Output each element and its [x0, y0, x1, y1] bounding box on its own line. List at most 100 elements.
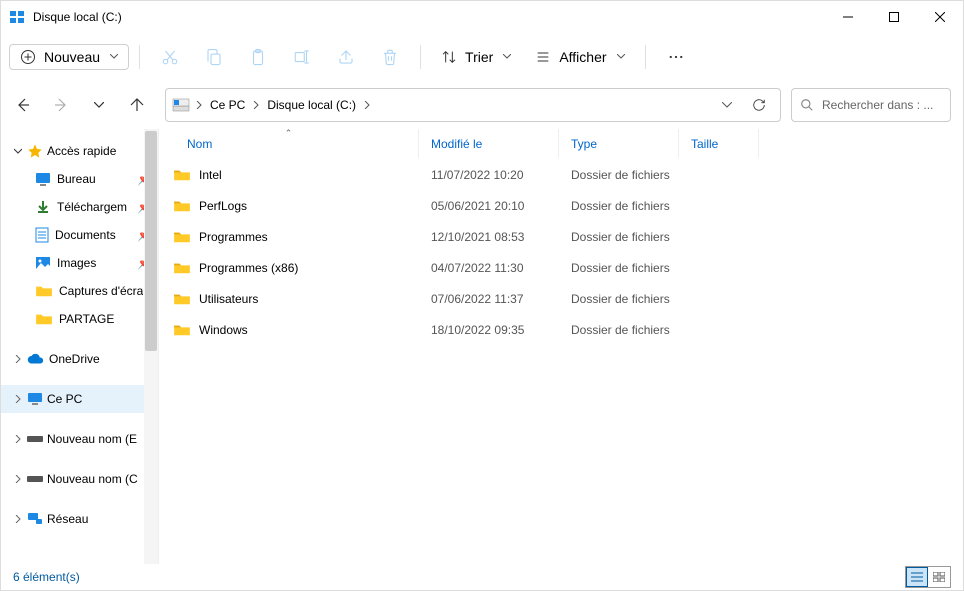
new-label: Nouveau	[44, 49, 100, 65]
close-button[interactable]	[917, 1, 963, 33]
file-list: Nom ⌃ Modifié le Type Taille Intel11/07/…	[159, 129, 963, 564]
copy-button[interactable]	[194, 39, 234, 75]
file-name: Programmes (x86)	[199, 261, 298, 275]
details-view-button[interactable]	[906, 567, 928, 587]
drive-icon	[27, 434, 43, 444]
new-button[interactable]: Nouveau	[9, 44, 129, 70]
chevron-right-icon	[13, 475, 23, 483]
sidebar-item-partage[interactable]: PARTAGE	[1, 305, 158, 333]
file-type: Dossier de fichiers	[559, 199, 679, 213]
rename-button[interactable]	[282, 39, 322, 75]
file-name: Windows	[199, 323, 248, 337]
cut-button[interactable]	[150, 39, 190, 75]
sidebar-item-images[interactable]: Images 📌	[1, 249, 158, 277]
file-type: Dossier de fichiers	[559, 292, 679, 306]
file-modified: 04/07/2022 11:30	[419, 261, 559, 275]
toolbar: Nouveau Trier Afficher	[1, 33, 963, 81]
chevron-right-icon	[13, 515, 23, 523]
col-header-name[interactable]: Nom ⌃	[159, 129, 419, 158]
title-bar: Disque local (C:)	[1, 1, 963, 33]
file-modified: 05/06/2021 20:10	[419, 199, 559, 213]
drive-icon	[27, 474, 43, 484]
addr-dropdown[interactable]	[714, 96, 740, 114]
table-row[interactable]: Programmes 12/10/2021 08:53Dossier de fic…	[159, 221, 963, 252]
sidebar-reseau[interactable]: Réseau	[1, 505, 158, 533]
app-icon	[9, 9, 25, 25]
up-button[interactable]	[127, 95, 147, 115]
table-row[interactable]: PerfLogs 05/06/2021 20:10Dossier de fichi…	[159, 190, 963, 221]
star-icon	[27, 143, 43, 159]
chevron-down-icon	[13, 147, 23, 155]
more-button[interactable]	[656, 39, 696, 75]
search-icon	[800, 98, 814, 112]
document-icon	[35, 227, 49, 243]
sidebar-drive-c2[interactable]: Nouveau nom (C	[1, 465, 158, 493]
maximize-button[interactable]	[871, 1, 917, 33]
file-type: Dossier de fichiers	[559, 230, 679, 244]
quick-label: Accès rapide	[47, 144, 158, 158]
file-type: Dossier de fichiers	[559, 323, 679, 337]
chevron-right-icon	[13, 395, 23, 403]
sidebar-item-bureau[interactable]: Bureau 📌	[1, 165, 158, 193]
share-button[interactable]	[326, 39, 366, 75]
sidebar-drive-e[interactable]: Nouveau nom (E	[1, 425, 158, 453]
crumb-sep[interactable]	[194, 97, 204, 113]
chevron-down-icon	[503, 54, 511, 59]
table-row[interactable]: Intel11/07/2022 10:20Dossier de fichiers	[159, 159, 963, 190]
sidebar-item-captures[interactable]: Captures d'écra	[1, 277, 158, 305]
file-name: PerfLogs	[199, 199, 247, 213]
sidebar-onedrive[interactable]: OneDrive	[1, 345, 158, 373]
sort-asc-icon: ⌃	[285, 128, 293, 139]
file-name: Programmes	[199, 230, 268, 244]
table-row[interactable]: Windows18/10/2022 09:35Dossier de fichie…	[159, 314, 963, 345]
sort-label: Trier	[465, 49, 493, 65]
paste-button[interactable]	[238, 39, 278, 75]
sidebar-scrollbar[interactable]	[144, 129, 158, 564]
download-icon	[35, 199, 51, 215]
cloud-icon	[27, 353, 45, 365]
address-bar[interactable]: Ce PC Disque local (C:)	[165, 88, 781, 122]
table-row[interactable]: Utilisateurs 07/06/2022 11:37Dossier de f…	[159, 283, 963, 314]
file-type: Dossier de fichiers	[559, 168, 679, 182]
view-button[interactable]: Afficher	[525, 39, 634, 75]
separator	[645, 45, 646, 69]
folder-icon	[35, 284, 53, 298]
crumb-sep[interactable]	[251, 97, 261, 113]
col-header-type[interactable]: Type	[559, 129, 679, 158]
separator	[420, 45, 421, 69]
folder-icon	[173, 199, 191, 213]
sidebar-item-documents[interactable]: Documents 📌	[1, 221, 158, 249]
chevron-down-icon	[110, 54, 118, 59]
sort-button[interactable]: Trier	[431, 39, 521, 75]
chevron-right-icon	[13, 355, 23, 363]
icons-view-button[interactable]	[928, 567, 950, 587]
minimize-button[interactable]	[825, 1, 871, 33]
forward-button[interactable]	[51, 95, 71, 115]
sidebar-cepc[interactable]: Ce PC	[1, 385, 158, 413]
col-header-size[interactable]: Taille	[679, 129, 759, 158]
view-mode-toggle	[905, 566, 951, 588]
back-button[interactable]	[13, 95, 33, 115]
crumb-cepc[interactable]: Ce PC	[208, 94, 247, 116]
sidebar-item-downloads[interactable]: Téléchargem 📌	[1, 193, 158, 221]
search-box[interactable]: Rechercher dans : ...	[791, 88, 951, 122]
folder-icon	[173, 292, 191, 306]
crumb-sep[interactable]	[362, 97, 372, 113]
sidebar-quick-access[interactable]: Accès rapide	[1, 137, 158, 165]
recent-button[interactable]	[89, 95, 109, 115]
crumb-drive[interactable]: Disque local (C:)	[265, 94, 358, 116]
delete-button[interactable]	[370, 39, 410, 75]
nav-row: Ce PC Disque local (C:) Rechercher dans …	[1, 81, 963, 129]
monitor-icon	[27, 392, 43, 406]
chevron-right-icon	[13, 435, 23, 443]
drive-icon	[172, 97, 190, 113]
view-label: Afficher	[559, 49, 606, 65]
file-modified: 12/10/2021 08:53	[419, 230, 559, 244]
refresh-button[interactable]	[744, 92, 774, 118]
file-name: Utilisateurs	[199, 292, 258, 306]
sidebar: Accès rapide Bureau 📌 Téléchargem 📌 Docu…	[1, 129, 159, 564]
table-row[interactable]: Programmes (x86)04/07/2022 11:30Dossier …	[159, 252, 963, 283]
file-modified: 07/06/2022 11:37	[419, 292, 559, 306]
col-header-modified[interactable]: Modifié le	[419, 129, 559, 158]
folder-icon	[173, 230, 191, 244]
